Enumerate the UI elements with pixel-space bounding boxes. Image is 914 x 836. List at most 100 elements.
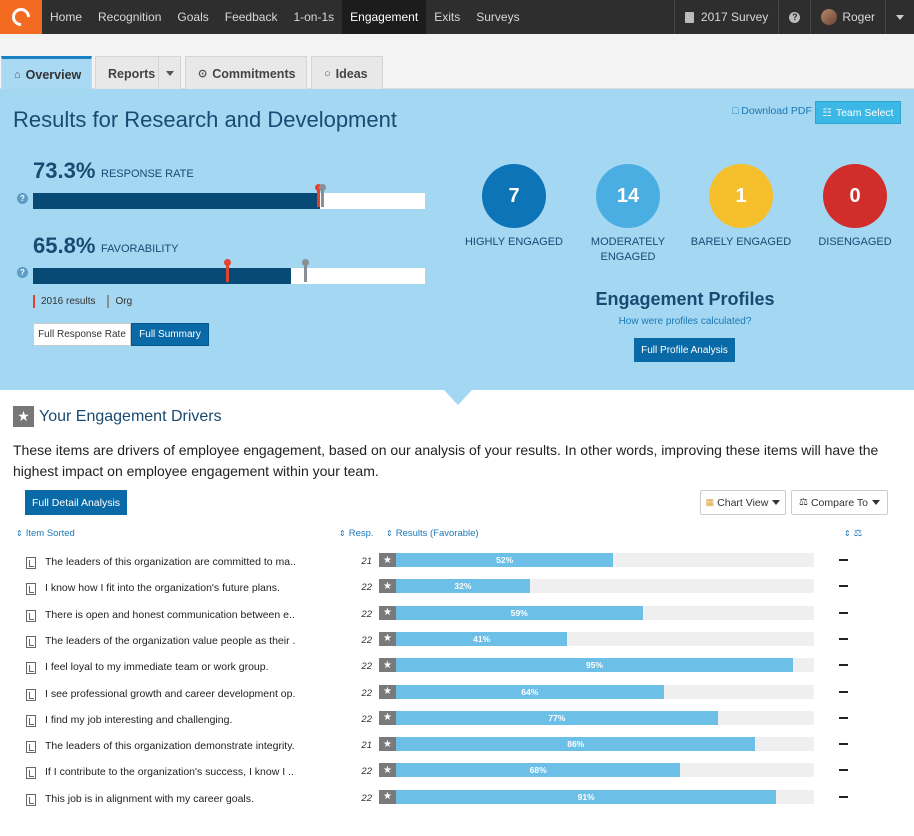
response-count: 22 (361, 608, 372, 620)
table-row[interactable]: This job is in alignment with my career … (0, 789, 914, 816)
user-menu[interactable]: Roger (810, 0, 885, 34)
user-dropdown-button[interactable] (885, 0, 914, 34)
item-text[interactable]: The leaders of the organization value pe… (45, 635, 295, 647)
marker-org-icon (107, 295, 110, 308)
survey-item-icon (26, 714, 36, 727)
result-percent: 32% (454, 581, 472, 592)
nav-link-home[interactable]: Home (42, 0, 90, 34)
team-select-button[interactable]: ☷ Team Select (815, 101, 901, 124)
balance-scale-icon: ⚖ (853, 528, 863, 539)
header-resp-label: Resp. (348, 528, 374, 539)
engagement-count-highly-engaged[interactable]: 7 (482, 164, 546, 228)
item-text[interactable]: I know how I fit into the organization's… (45, 582, 295, 594)
help-button[interactable]: ? (778, 0, 810, 34)
nav-link-engagement[interactable]: Engagement (342, 0, 427, 34)
compare-dash (839, 743, 848, 746)
tab-overview[interactable]: ⌂ Overview (1, 56, 92, 90)
download-pdf-link[interactable]: □ Download PDF (732, 105, 812, 117)
header-resp[interactable]: ⇕ Resp. (339, 528, 374, 539)
full-response-rate-button[interactable]: Full Response Rate (33, 323, 131, 346)
full-profile-analysis-button[interactable]: Full Profile Analysis (634, 338, 735, 362)
engagement-count-barely-engaged[interactable]: 1 (709, 164, 773, 228)
table-row[interactable]: I find my job interesting and challengin… (0, 710, 914, 737)
star-icon: ★ (379, 605, 396, 620)
tab-reports[interactable]: Reports (95, 56, 159, 90)
result-bar-track: 68% (396, 763, 814, 778)
header-item-sorted[interactable]: ⇕ Item Sorted (16, 528, 75, 539)
full-detail-analysis-button[interactable]: Full Detail Analysis (25, 490, 127, 515)
engagement-count-disengaged[interactable]: 0 (823, 164, 887, 228)
result-percent: 91% (577, 791, 595, 802)
result-percent: 86% (567, 739, 585, 750)
tab-reports-label: Reports (108, 66, 156, 81)
chart-view-label: Chart View (717, 496, 769, 509)
compare-to-dropdown[interactable]: ⚖ Compare To (791, 490, 888, 515)
item-text[interactable]: I feel loyal to my immediate team or wor… (45, 661, 295, 673)
tab-commitments[interactable]: ⊙ Commitments (185, 56, 307, 90)
chevron-down-icon (772, 500, 781, 505)
table-row[interactable]: The leaders of the organization value pe… (0, 631, 914, 658)
sort-icon: ⇕ (16, 529, 23, 538)
profiles-calculated-link[interactable]: How were profiles calculated? (560, 316, 810, 327)
header-results[interactable]: ⇕ Results (Favorable) (386, 528, 479, 539)
survey-selector[interactable]: 2017 Survey (673, 0, 778, 34)
nav-link-goals[interactable]: Goals (169, 0, 216, 34)
star-icon: ★ (13, 406, 34, 427)
compare-dash (839, 585, 848, 588)
tab-reports-dropdown[interactable] (158, 56, 181, 90)
home-icon: ⌂ (14, 68, 21, 81)
grid-icon: ▦ (705, 497, 715, 507)
item-text[interactable]: The leaders of this organization demonst… (45, 740, 295, 752)
engagement-count-moderately-engaged[interactable]: 14 (596, 164, 660, 228)
tab-ideas[interactable]: ○ Ideas (311, 56, 383, 90)
result-percent: 59% (510, 607, 528, 618)
table-row[interactable]: The leaders of this organization are com… (0, 553, 914, 579)
drivers-title: Your Engagement Drivers (39, 407, 222, 425)
response-count: 22 (361, 792, 372, 804)
nav-link-1-on-1s[interactable]: 1-on-1s (285, 0, 342, 34)
nav-link-feedback[interactable]: Feedback (217, 0, 286, 34)
item-text[interactable]: I find my job interesting and challengin… (45, 714, 295, 726)
table-row[interactable]: If I contribute to the organization's su… (0, 763, 914, 789)
table-row[interactable]: I know how I fit into the organization's… (0, 579, 914, 605)
engagement-label-moderately-engaged: MODERATELY ENGAGED (590, 236, 666, 263)
panel-pointer (444, 390, 472, 405)
table-row[interactable]: I feel loyal to my immediate team or wor… (0, 658, 914, 684)
item-text[interactable]: The leaders of this organization are com… (45, 556, 295, 568)
response-count: 22 (361, 634, 372, 646)
result-bar-track: 64% (396, 684, 814, 699)
nav-link-recognition[interactable]: Recognition (90, 0, 169, 34)
engagement-profiles-title: Engagement Profiles (595, 289, 775, 309)
help-icon[interactable]: ? (17, 267, 28, 278)
item-text[interactable]: If I contribute to the organization's su… (45, 766, 295, 778)
help-icon[interactable]: ? (17, 193, 28, 204)
engagement-label-barely-engaged: BARELY ENGAGED (690, 236, 792, 248)
item-text[interactable]: This job is in alignment with my career … (45, 793, 295, 805)
header-compare[interactable]: ⇕ ⚖ (844, 528, 862, 539)
response-count: 22 (361, 766, 372, 778)
table-row[interactable]: The leaders of this organization demonst… (0, 737, 914, 763)
nav-link-exits[interactable]: Exits (426, 0, 468, 34)
full-summary-button[interactable]: Full Summary (131, 323, 209, 346)
table-row[interactable]: I see professional growth and career dev… (0, 684, 914, 711)
survey-item-icon (26, 767, 36, 780)
engagement-label-disengaged: DISENGAGED (818, 236, 892, 248)
item-text[interactable]: I see professional growth and career dev… (45, 688, 295, 700)
item-text[interactable]: There is open and honest communication b… (45, 609, 295, 621)
compare-dash (839, 559, 848, 561)
nav-right: 2017 Survey ? Roger (673, 0, 914, 34)
table-row[interactable]: There is open and honest communication b… (0, 605, 914, 632)
nav-links: Home Recognition Goals Feedback 1-on-1s Engag… (42, 0, 528, 34)
app-logo[interactable] (0, 0, 42, 34)
avatar (821, 9, 838, 25)
user-name: Roger (842, 10, 875, 24)
nav-link-surveys[interactable]: Surveys (468, 0, 527, 34)
survey-item-icon (26, 635, 36, 648)
legend-org-label: Org (115, 296, 133, 307)
result-bar-track: 86% (396, 737, 814, 752)
star-icon: ★ (379, 658, 396, 673)
survey-item-icon (26, 557, 36, 569)
page-title: Results for Research and Development (13, 107, 397, 132)
logo-ring-icon (8, 4, 34, 30)
chart-view-dropdown[interactable]: ▦ Chart View (700, 490, 786, 515)
